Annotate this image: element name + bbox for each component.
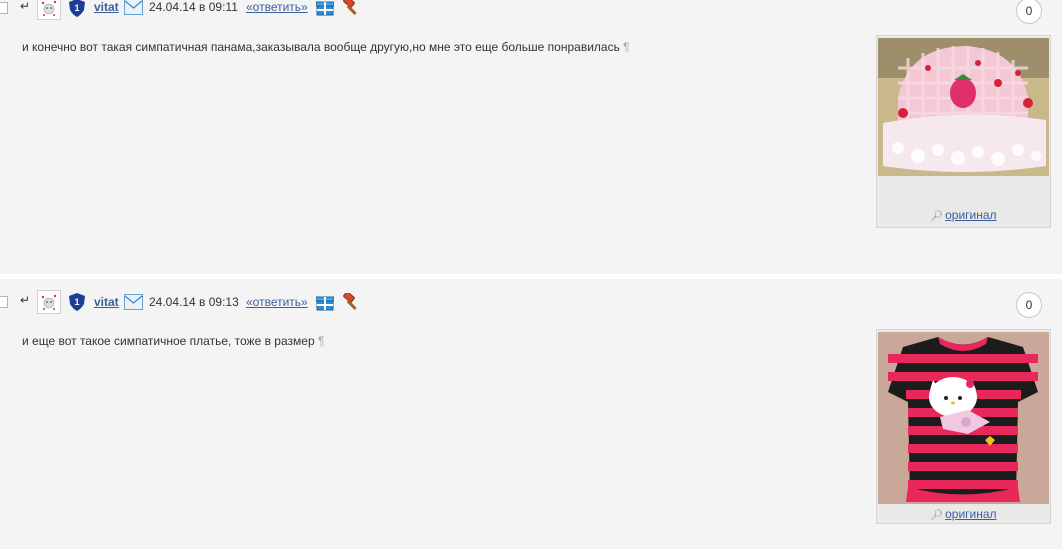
mail-icon[interactable] bbox=[124, 0, 143, 15]
hammer-icon[interactable] bbox=[340, 0, 360, 16]
rank-shield-icon: 1 bbox=[69, 0, 85, 17]
post-text: и конечно вот такая симпатичная панама,з… bbox=[22, 40, 630, 54]
mail-icon[interactable] bbox=[124, 294, 143, 310]
select-checkbox[interactable] bbox=[0, 2, 8, 14]
reply-link[interactable]: «ответить» bbox=[246, 295, 308, 309]
gift-icon[interactable] bbox=[316, 0, 334, 16]
reply-arrow-icon[interactable]: ↵ bbox=[20, 294, 30, 306]
post-text: и еще вот такое симпатичное платье, тоже… bbox=[22, 334, 325, 348]
reply-link[interactable]: «ответить» bbox=[246, 0, 308, 14]
username-link[interactable]: vitat bbox=[94, 0, 119, 14]
gift-icon[interactable] bbox=[316, 293, 334, 311]
comment-post-1: ↵ 1 vitat 24.04.14 в 09:11 «ответить» 0 … bbox=[0, 0, 1062, 274]
original-link[interactable]: 🔎︎ оригинал bbox=[877, 208, 1050, 222]
post-date: 24.04.14 в 09:11 bbox=[149, 0, 238, 14]
rank-shield-icon: 1 bbox=[69, 293, 85, 311]
magnifier-icon: 🔎︎ bbox=[930, 211, 944, 222]
comment-post-2: ↵ 1 vitat 24.04.14 в 09:13 «ответить» 0 … bbox=[0, 279, 1062, 549]
permalink-pilcrow[interactable]: ¶ bbox=[318, 334, 324, 348]
hammer-icon[interactable] bbox=[340, 293, 360, 311]
reply-arrow-icon[interactable]: ↵ bbox=[20, 0, 30, 12]
permalink-pilcrow[interactable]: ¶ bbox=[623, 40, 629, 54]
post-date: 24.04.14 в 09:13 bbox=[149, 295, 239, 309]
image-thumbnail[interactable]: 🔎︎ оригинал bbox=[876, 329, 1051, 524]
rating-counter[interactable]: 0 bbox=[1016, 292, 1042, 318]
image-thumbnail[interactable]: 🔎︎ оригинал bbox=[876, 35, 1051, 228]
rating-counter[interactable]: 0 bbox=[1016, 0, 1042, 24]
username-link[interactable]: vitat bbox=[94, 295, 119, 309]
original-link[interactable]: 🔎︎ оригинал bbox=[877, 507, 1050, 521]
svg-text:1: 1 bbox=[74, 3, 79, 13]
dress-photo[interactable] bbox=[878, 332, 1049, 504]
select-checkbox[interactable] bbox=[0, 296, 8, 308]
avatar[interactable] bbox=[37, 290, 61, 314]
magnifier-icon: 🔎︎ bbox=[930, 510, 944, 521]
avatar[interactable] bbox=[37, 0, 61, 20]
svg-text:1: 1 bbox=[74, 297, 79, 307]
panama-hat-photo[interactable] bbox=[878, 38, 1049, 176]
